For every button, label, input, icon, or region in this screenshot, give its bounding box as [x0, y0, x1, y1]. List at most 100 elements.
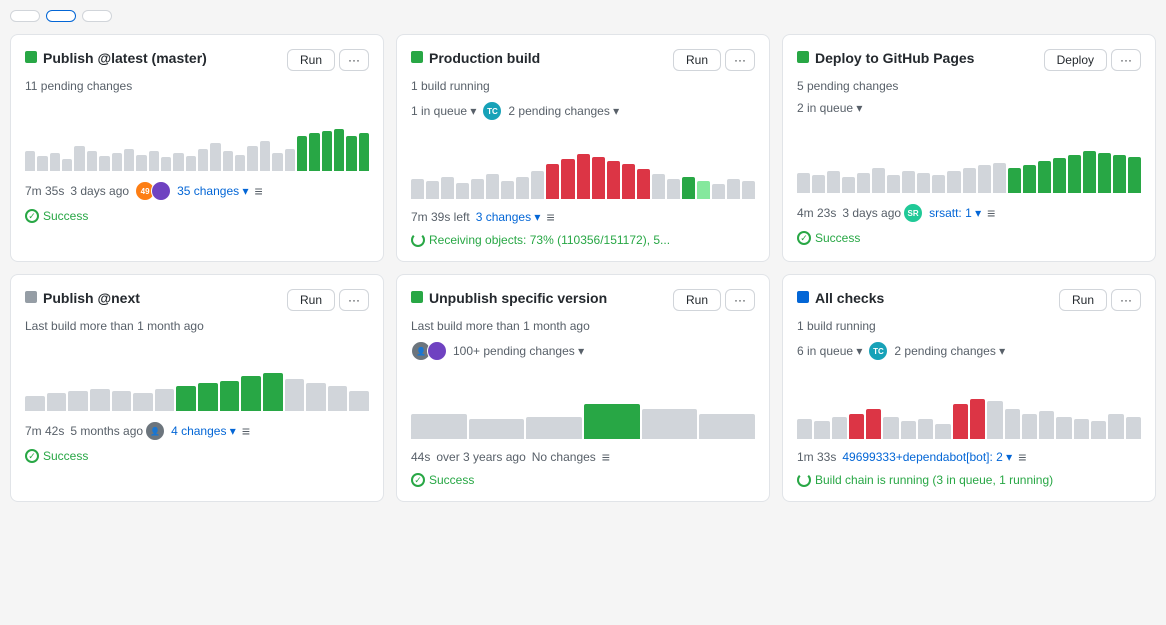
- chart-bar: [469, 419, 525, 439]
- status-running: Receiving objects: 73% (110356/151172), …: [411, 233, 670, 247]
- card-header: Publish @nextRun···: [25, 289, 369, 311]
- chart-bar: [456, 183, 469, 199]
- chart-bar: [699, 414, 755, 439]
- chart-bar: [682, 177, 695, 199]
- card-title-area: Publish @latest (master): [25, 49, 287, 67]
- chart-bar: [953, 404, 968, 439]
- deploy-github-pages-run-button[interactable]: Deploy: [1044, 49, 1107, 71]
- production-build-more-button[interactable]: ···: [725, 49, 755, 71]
- changes-link[interactable]: 4 changes ▾: [171, 424, 236, 438]
- card-title: Production build: [429, 49, 540, 67]
- expand-all-button[interactable]: [82, 10, 112, 22]
- publish-next-run-button[interactable]: Run: [287, 289, 335, 311]
- chart-bar: [136, 155, 146, 171]
- status-success: ✓Success: [25, 449, 88, 463]
- chart-bar: [306, 383, 326, 411]
- changes-link[interactable]: 3 changes ▾: [476, 210, 541, 224]
- chart-area: [25, 341, 369, 411]
- chart-bar: [1022, 414, 1037, 439]
- publish-next-more-button[interactable]: ···: [339, 289, 369, 311]
- chart-bar: [186, 156, 196, 171]
- all-checks-more-button[interactable]: ···: [1111, 289, 1141, 311]
- chart-bar: [516, 177, 529, 199]
- chart-bar: [935, 424, 950, 439]
- chart-bar: [546, 164, 559, 199]
- stack-icon: ≡: [546, 209, 554, 225]
- card-meta: 2 in queue ▾: [797, 101, 1141, 115]
- production-build-run-button[interactable]: Run: [673, 49, 721, 71]
- card-subtitle: 11 pending changes: [25, 79, 369, 93]
- chart-bar: [1023, 165, 1036, 193]
- chart-bar: [827, 171, 840, 193]
- chart-area: [411, 369, 755, 439]
- card-pending: 2 pending changes ▾: [894, 344, 1005, 358]
- time-info: 7m 35s3 days ago4935 changes ▾≡: [25, 181, 369, 201]
- deploy-github-pages-more-button[interactable]: ···: [1111, 49, 1141, 71]
- unpublish-specific-run-button[interactable]: Run: [673, 289, 721, 311]
- card-actions: Run···: [287, 289, 369, 311]
- stack-icon: ≡: [242, 423, 250, 439]
- chart-bar: [198, 149, 208, 171]
- chart-bar: [247, 146, 257, 171]
- chart-bar: [652, 174, 665, 199]
- chart-bar: [667, 179, 680, 199]
- card-meta: 6 in queue ▾TC2 pending changes ▾: [797, 341, 1141, 361]
- toolbar: [10, 10, 1156, 22]
- chart-bar: [842, 177, 855, 193]
- chart-bar: [592, 157, 605, 199]
- chart-bar: [210, 143, 220, 171]
- chart-bar: [334, 129, 344, 171]
- ago: 5 months ago: [70, 424, 143, 438]
- all-checks-run-button[interactable]: Run: [1059, 289, 1107, 311]
- chart-bar: [349, 391, 369, 411]
- changes-link[interactable]: srsatt: 1 ▾: [929, 206, 981, 220]
- avatar-group: TC: [868, 341, 888, 361]
- chart-bar: [1053, 158, 1066, 193]
- chart-bar: [712, 184, 725, 199]
- status-success: ✓Success: [25, 209, 88, 223]
- time-info: 1m 33s49699333+dependabot[bot]: 2 ▾≡: [797, 449, 1141, 465]
- publish-latest-run-button[interactable]: Run: [287, 49, 335, 71]
- card-header: Production build Run···: [411, 49, 755, 71]
- avatar: [151, 181, 171, 201]
- pending-row: 👤100+ pending changes ▾: [411, 341, 755, 361]
- chart-bar: [359, 133, 369, 171]
- chart-bar: [1083, 151, 1096, 193]
- changes-link[interactable]: 49699333+dependabot[bot]: 2 ▾: [842, 450, 1012, 464]
- unpublish-specific-more-button[interactable]: ···: [725, 289, 755, 311]
- chart-bar: [25, 396, 45, 411]
- chart-bar: [622, 164, 635, 199]
- ago: over 3 years ago: [436, 450, 525, 464]
- chart-bar: [812, 175, 825, 193]
- status-row: ✓Success: [411, 473, 755, 487]
- chart-bar: [642, 409, 698, 439]
- queue-info: 1 in queue ▾: [411, 104, 476, 118]
- chart-bar: [697, 181, 710, 199]
- avatar-group: TC: [482, 101, 502, 121]
- chart-bar: [241, 376, 261, 411]
- chart-bar: [220, 381, 240, 411]
- stack-icon: ≡: [255, 183, 263, 199]
- chart-bar: [74, 146, 84, 171]
- chart-bar: [441, 177, 454, 199]
- trends-button[interactable]: [46, 10, 76, 22]
- chart-bar: [1056, 417, 1071, 439]
- chart-bar: [1128, 157, 1141, 193]
- card-production-build: Production buildRun···1 build running1 i…: [396, 34, 770, 262]
- builds-button[interactable]: [10, 10, 40, 22]
- time-info: 44sover 3 years agoNo changes≡: [411, 449, 755, 465]
- status-dot: [411, 291, 423, 303]
- publish-latest-more-button[interactable]: ···: [339, 49, 369, 71]
- chart-bar: [501, 181, 514, 199]
- check-icon: ✓: [25, 209, 39, 223]
- chart-bar: [176, 386, 196, 411]
- chart-bar: [260, 141, 270, 171]
- avatar: 👤: [145, 421, 165, 441]
- chart-bar: [1113, 155, 1126, 193]
- chart-bar: [561, 159, 574, 199]
- chart-bar: [235, 155, 245, 171]
- status-row: ✓Success: [25, 209, 369, 223]
- chart-bar: [872, 168, 885, 193]
- changes-link[interactable]: 35 changes ▾: [177, 184, 248, 198]
- chart-bar: [1074, 419, 1089, 439]
